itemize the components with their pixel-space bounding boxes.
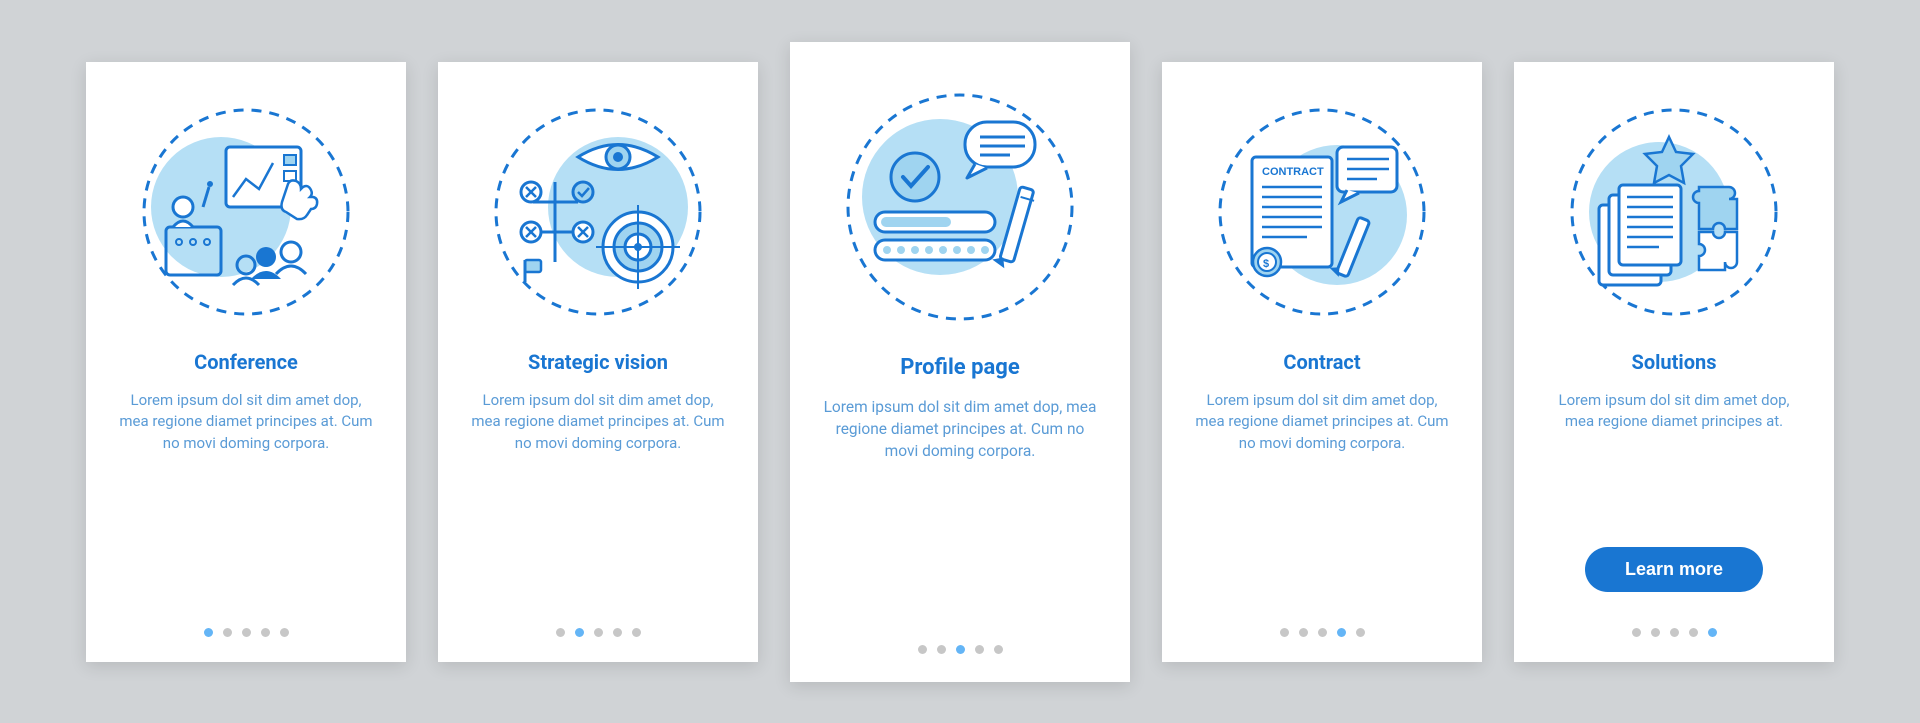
dot[interactable] <box>1356 628 1365 637</box>
dot[interactable] <box>280 628 289 637</box>
card-description: Lorem ipsum dol sit dim amet dop, mea re… <box>822 396 1098 627</box>
card-profile-page: Profile page Lorem ipsum dol sit dim ame… <box>790 42 1130 682</box>
dot[interactable] <box>556 628 565 637</box>
dot[interactable] <box>975 645 984 654</box>
card-strategic-vision: Strategic vision Lorem ipsum dol sit dim… <box>438 62 758 662</box>
pagination-dots <box>204 628 289 637</box>
card-description: Lorem ipsum dol sit dim amet dop, mea re… <box>116 390 376 610</box>
solutions-icon <box>1544 92 1804 332</box>
onboarding-cards-row: Conference Lorem ipsum dol sit dim amet … <box>86 42 1834 682</box>
dot[interactable] <box>1299 628 1308 637</box>
dot[interactable] <box>242 628 251 637</box>
contract-icon: CONTRACT $ <box>1192 92 1452 332</box>
profile-page-icon <box>822 77 1098 337</box>
dot[interactable] <box>1651 628 1660 637</box>
card-solutions: Solutions Lorem ipsum dol sit dim amet d… <box>1514 62 1834 662</box>
card-description: Lorem ipsum dol sit dim amet dop, mea re… <box>468 390 728 610</box>
card-title: Conference <box>194 350 298 374</box>
card-title: Solutions <box>1632 350 1717 374</box>
card-description: Lorem ipsum dol sit dim amet dop, mea re… <box>1544 390 1804 537</box>
dot[interactable] <box>1337 628 1346 637</box>
dot[interactable] <box>1670 628 1679 637</box>
pagination-dots <box>556 628 641 637</box>
card-title: Contract <box>1283 350 1360 374</box>
card-title: Profile page <box>900 355 1020 380</box>
learn-more-button[interactable]: Learn more <box>1585 547 1763 592</box>
card-title: Strategic vision <box>528 350 668 374</box>
dot[interactable] <box>937 645 946 654</box>
dot[interactable] <box>632 628 641 637</box>
svg-text:CONTRACT: CONTRACT <box>1262 166 1324 178</box>
dot[interactable] <box>261 628 270 637</box>
dot[interactable] <box>918 645 927 654</box>
dot[interactable] <box>1318 628 1327 637</box>
dot[interactable] <box>1632 628 1641 637</box>
card-description: Lorem ipsum dol sit dim amet dop, mea re… <box>1192 390 1452 610</box>
svg-text:$: $ <box>1263 258 1269 270</box>
dot[interactable] <box>575 628 584 637</box>
dot[interactable] <box>204 628 213 637</box>
dot[interactable] <box>1280 628 1289 637</box>
dot[interactable] <box>1708 628 1717 637</box>
card-contract: CONTRACT $ Con <box>1162 62 1482 662</box>
strategic-vision-icon <box>468 92 728 332</box>
pagination-dots <box>1632 628 1717 637</box>
conference-icon <box>116 92 376 332</box>
dot[interactable] <box>994 645 1003 654</box>
dot[interactable] <box>956 645 965 654</box>
dot[interactable] <box>1689 628 1698 637</box>
pagination-dots <box>918 645 1003 654</box>
dot[interactable] <box>594 628 603 637</box>
dot[interactable] <box>613 628 622 637</box>
pagination-dots <box>1280 628 1365 637</box>
dot[interactable] <box>223 628 232 637</box>
card-conference: Conference Lorem ipsum dol sit dim amet … <box>86 62 406 662</box>
